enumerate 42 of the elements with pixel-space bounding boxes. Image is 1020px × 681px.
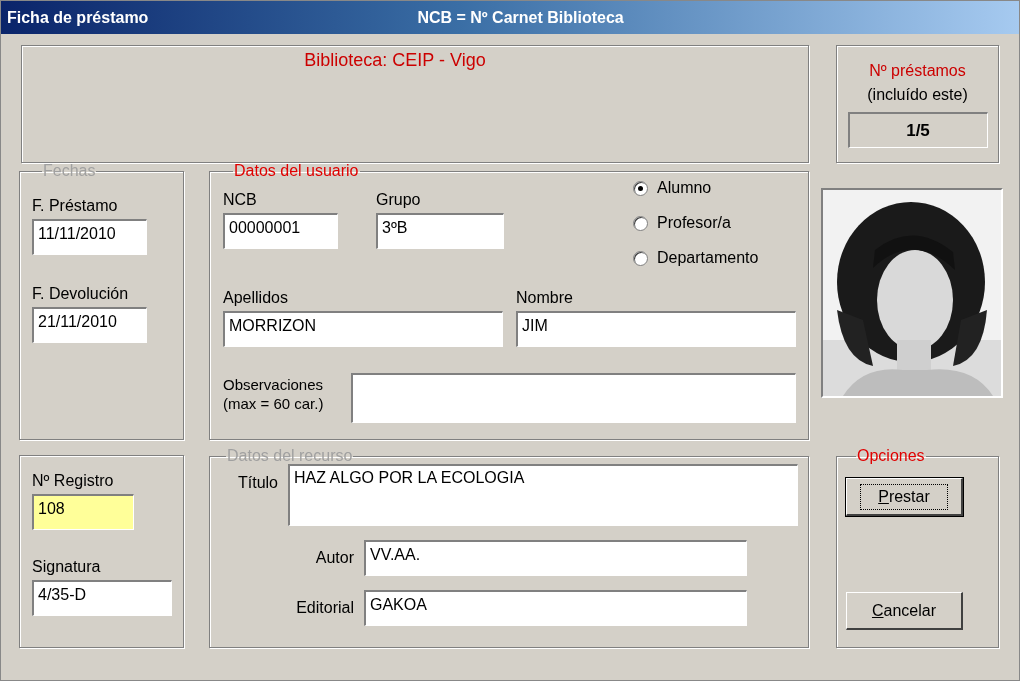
- name-field[interactable]: JIM: [516, 311, 796, 347]
- field-label: F. Préstamo: [32, 197, 119, 215]
- loan-count-label: Nº préstamos: [869, 62, 966, 80]
- group-legend: Fechas: [42, 163, 97, 179]
- radio-button[interactable]: [633, 180, 648, 196]
- field-label: Grupo: [376, 191, 422, 209]
- radio-label[interactable]: Profesor/a: [657, 214, 731, 232]
- field-label: Apellidos: [223, 289, 289, 307]
- ncb-field[interactable]: 00000001: [223, 213, 338, 249]
- signature-field[interactable]: 4/35-D: [32, 580, 172, 616]
- field-hint: (max = 60 car.): [223, 394, 325, 413]
- radio-label[interactable]: Departamento: [657, 249, 759, 267]
- loan-count-value: 1/5: [847, 112, 988, 148]
- record-number-field[interactable]: 108: [32, 494, 134, 530]
- group-legend: Datos del usuario: [233, 163, 360, 179]
- field-label: Autor: [314, 549, 354, 567]
- title-field[interactable]: HAZ ALGO POR LA ECOLOGIA: [288, 464, 798, 526]
- field-label: Signatura: [32, 558, 102, 576]
- date-field[interactable]: 11/11/2010: [32, 219, 147, 255]
- radio-label[interactable]: Alumno: [657, 179, 712, 197]
- group-legend: Opciones: [856, 448, 926, 464]
- cancel-button[interactable]: Cancelar: [846, 592, 963, 630]
- publisher-field[interactable]: GAKOA: [364, 590, 747, 626]
- window-subtitle: NCB = Nº Carnet Biblioteca: [417, 8, 624, 27]
- field-label: NCB: [223, 191, 258, 209]
- field-label: Nº Registro: [32, 472, 115, 490]
- radio-button[interactable]: [633, 250, 648, 266]
- group-legend: Datos del recurso: [226, 448, 354, 464]
- field-label: Editorial: [295, 599, 354, 617]
- date-field[interactable]: 21/11/2010: [32, 307, 147, 343]
- loan-count-note: (incluído este): [867, 86, 968, 104]
- lend-button[interactable]: Prestar: [846, 478, 963, 516]
- library-name: Biblioteca: CEIP - Vigo: [304, 50, 486, 71]
- field-label: Título: [237, 474, 278, 492]
- author-field[interactable]: VV.AA.: [364, 540, 747, 576]
- surname-field[interactable]: MORRIZON: [223, 311, 503, 347]
- field-label: F. Devolución: [32, 285, 130, 303]
- window-title: Ficha de préstamo: [7, 8, 149, 27]
- group-field[interactable]: 3ºB: [376, 213, 504, 249]
- field-label: Observaciones: [223, 375, 325, 394]
- field-label: Nombre: [516, 289, 574, 307]
- notes-field[interactable]: [351, 373, 796, 423]
